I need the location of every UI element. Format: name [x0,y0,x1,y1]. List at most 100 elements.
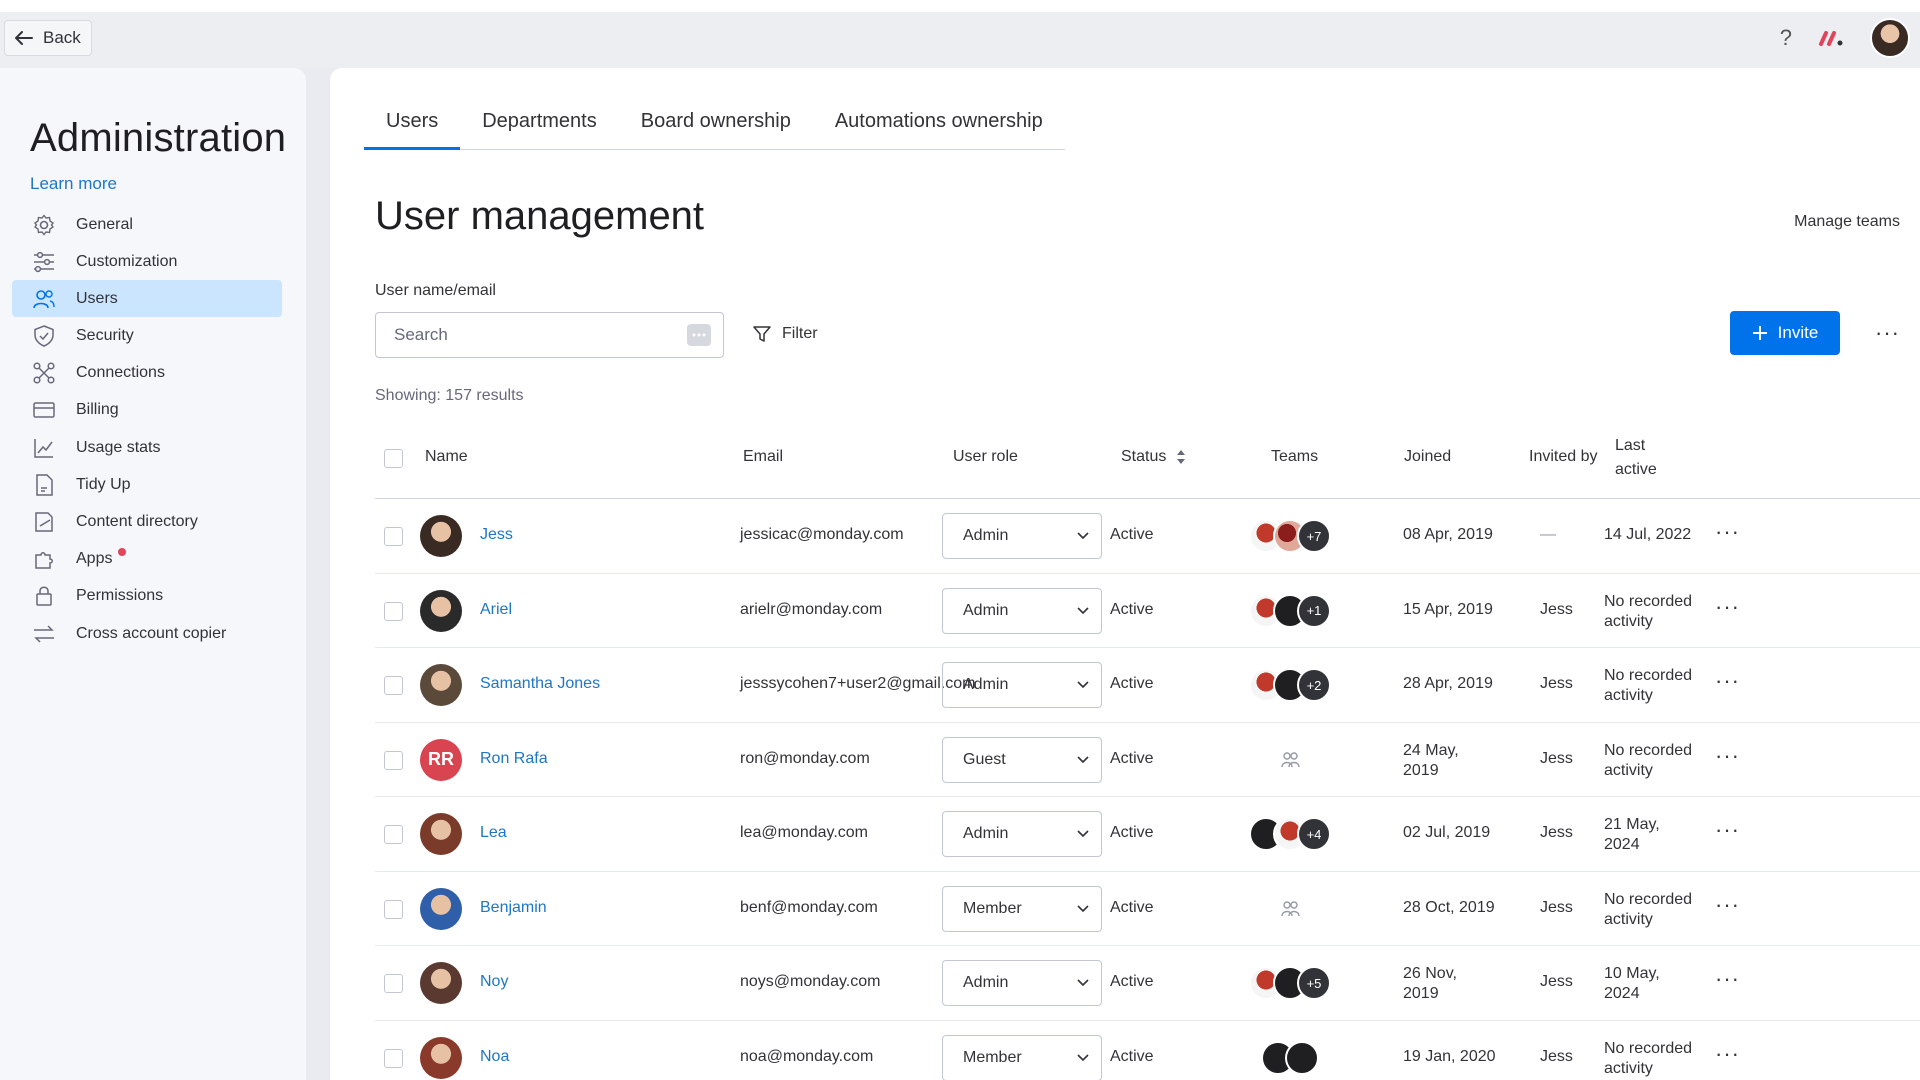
row-more-options-icon[interactable]: ··· [1715,594,1740,620]
invited-by: Jess [1540,749,1573,767]
tab-departments[interactable]: Departments [460,110,619,149]
row-more-options-icon[interactable]: ··· [1715,743,1740,769]
user-avatar[interactable] [1870,18,1910,58]
row-more-options-icon[interactable]: ··· [1715,817,1740,843]
invite-button[interactable]: Invite [1730,311,1840,355]
team-count-badge[interactable]: +5 [1297,966,1331,1000]
row-checkbox[interactable] [384,1048,403,1068]
user-name-link[interactable]: Ron Rafa [480,750,548,768]
tab-automations-ownership[interactable]: Automations ownership [813,110,1065,149]
column-status[interactable]: Status [1121,448,1186,466]
table-row[interactable]: Lea lea@monday.com Admin Active +4 02 Ju… [375,797,1920,872]
shield-icon [34,325,54,347]
sort-icon[interactable] [1176,449,1186,465]
team-count-badge[interactable]: +2 [1297,668,1331,702]
sidebar-item-usage-stats[interactable]: Usage stats [12,429,282,466]
filter-button[interactable]: Filter [752,324,818,344]
row-checkbox[interactable] [384,601,403,621]
table-row[interactable]: Jess jessicac@monday.com Admin Active +7… [375,499,1920,574]
sidebar-item-cross-account-copier[interactable]: Cross account copier [12,615,282,652]
row-checkbox[interactable] [384,825,403,844]
plus-icon [1752,326,1767,340]
column-teams[interactable]: Teams [1271,448,1318,466]
row-checkbox[interactable] [384,899,403,919]
column-invited-by[interactable]: Invited by [1529,448,1597,466]
user-name-link[interactable]: Ariel [480,601,512,619]
sidebar-item-connections[interactable]: Connections [12,355,282,392]
row-more-options-icon[interactable]: ··· [1715,668,1740,694]
user-role-select[interactable]: Guest [942,736,1102,783]
sidebar-item-security[interactable]: Security [12,318,282,355]
table-row[interactable]: Noy noys@monday.com Admin Active +5 26 N… [375,946,1920,1021]
user-role-select[interactable]: Member [942,1034,1102,1080]
sidebar-item-general[interactable]: General [12,206,282,243]
user-role-value: Member [963,1048,1022,1066]
sidebar-item-apps[interactable]: Apps [12,541,282,578]
avatar[interactable] [420,515,462,557]
user-name-link[interactable]: Samantha Jones [480,675,600,693]
sidebar-item-customization[interactable]: Customization [12,243,282,280]
table-row[interactable]: Noa noa@monday.com Member Active 19 Jan,… [375,1021,1920,1080]
help-icon[interactable]: ? [1780,25,1792,51]
search-input[interactable] [394,325,654,345]
sidebar-item-billing[interactable]: Billing [12,392,282,429]
avatar[interactable] [420,1036,462,1079]
sidebar-item-users[interactable]: Users [12,280,282,318]
avatar[interactable] [420,813,462,855]
manage-teams-link[interactable]: Manage teams [1794,213,1900,231]
row-more-options-icon[interactable]: ··· [1715,519,1740,545]
column-joined[interactable]: Joined [1404,448,1451,466]
back-button[interactable]: Back [4,20,92,56]
column-name[interactable]: Name [425,448,468,466]
table-row[interactable]: Samantha Jones jesssycohen7+user2@gmail.… [375,648,1920,723]
invited-by: Jess [1540,973,1573,990]
sidebar-item-permissions[interactable]: Permissions [12,578,282,615]
more-options-icon[interactable]: ··· [1875,320,1900,346]
avatar[interactable] [420,962,462,1004]
row-checkbox[interactable] [384,974,403,993]
user-status: Active [1110,526,1154,543]
user-role-select[interactable]: Admin [942,587,1102,634]
sidebar-item-tidy-up[interactable]: Tidy Up [12,466,282,503]
user-name-link[interactable]: Noa [480,1048,509,1066]
column-last-active[interactable]: Last active [1615,434,1675,482]
user-role-select[interactable]: Admin [942,960,1102,1006]
user-role-select[interactable]: Admin [942,811,1102,857]
sidebar-item-label: Permissions [76,587,164,605]
team-count-badge[interactable]: +4 [1297,817,1331,851]
user-name-link[interactable]: Lea [480,824,507,842]
tab-board-ownership[interactable]: Board ownership [619,110,813,149]
table-row[interactable]: RR Ron Rafa ron@monday.com Guest Active … [375,723,1920,797]
column-user-role[interactable]: User role [953,448,1018,466]
user-role-select[interactable]: Member [942,885,1102,932]
tab-users[interactable]: Users [364,110,461,150]
team-count-badge[interactable]: +7 [1297,519,1331,553]
row-checkbox[interactable] [384,676,403,695]
user-name-link[interactable]: Jess [480,526,513,544]
team-avatar[interactable] [1285,1040,1319,1075]
avatar[interactable] [420,664,462,706]
row-more-options-icon[interactable]: ··· [1715,892,1740,918]
avatar[interactable]: RR [420,738,462,781]
avatar[interactable] [420,589,462,632]
user-name-link[interactable]: Noy [480,973,508,991]
team-count-badge[interactable]: +1 [1297,593,1331,628]
sidebar-item-label: Content directory [76,513,198,530]
invited-by: Jess [1540,824,1573,841]
user-role-select[interactable]: Admin [942,513,1102,559]
row-checkbox[interactable] [384,750,403,770]
user-role-select[interactable]: Admin [942,662,1102,708]
sidebar-item-content-directory[interactable]: Content directory [12,504,282,541]
search-options-icon[interactable] [687,324,711,346]
table-row[interactable]: Benjamin benf@monday.com Member Active 2… [375,872,1920,946]
table-row[interactable]: Ariel arielr@monday.com Admin Active +1 … [375,574,1920,648]
avatar[interactable] [420,887,462,930]
row-more-options-icon[interactable]: ··· [1715,966,1740,992]
user-name-link[interactable]: Benjamin [480,899,547,917]
learn-more-link[interactable]: Learn more [30,174,117,194]
row-checkbox[interactable] [384,527,403,546]
column-email[interactable]: Email [743,448,783,466]
row-more-options-icon[interactable]: ··· [1715,1041,1740,1067]
monday-logo-icon[interactable] [1818,29,1844,47]
select-all-checkbox[interactable] [384,449,403,468]
